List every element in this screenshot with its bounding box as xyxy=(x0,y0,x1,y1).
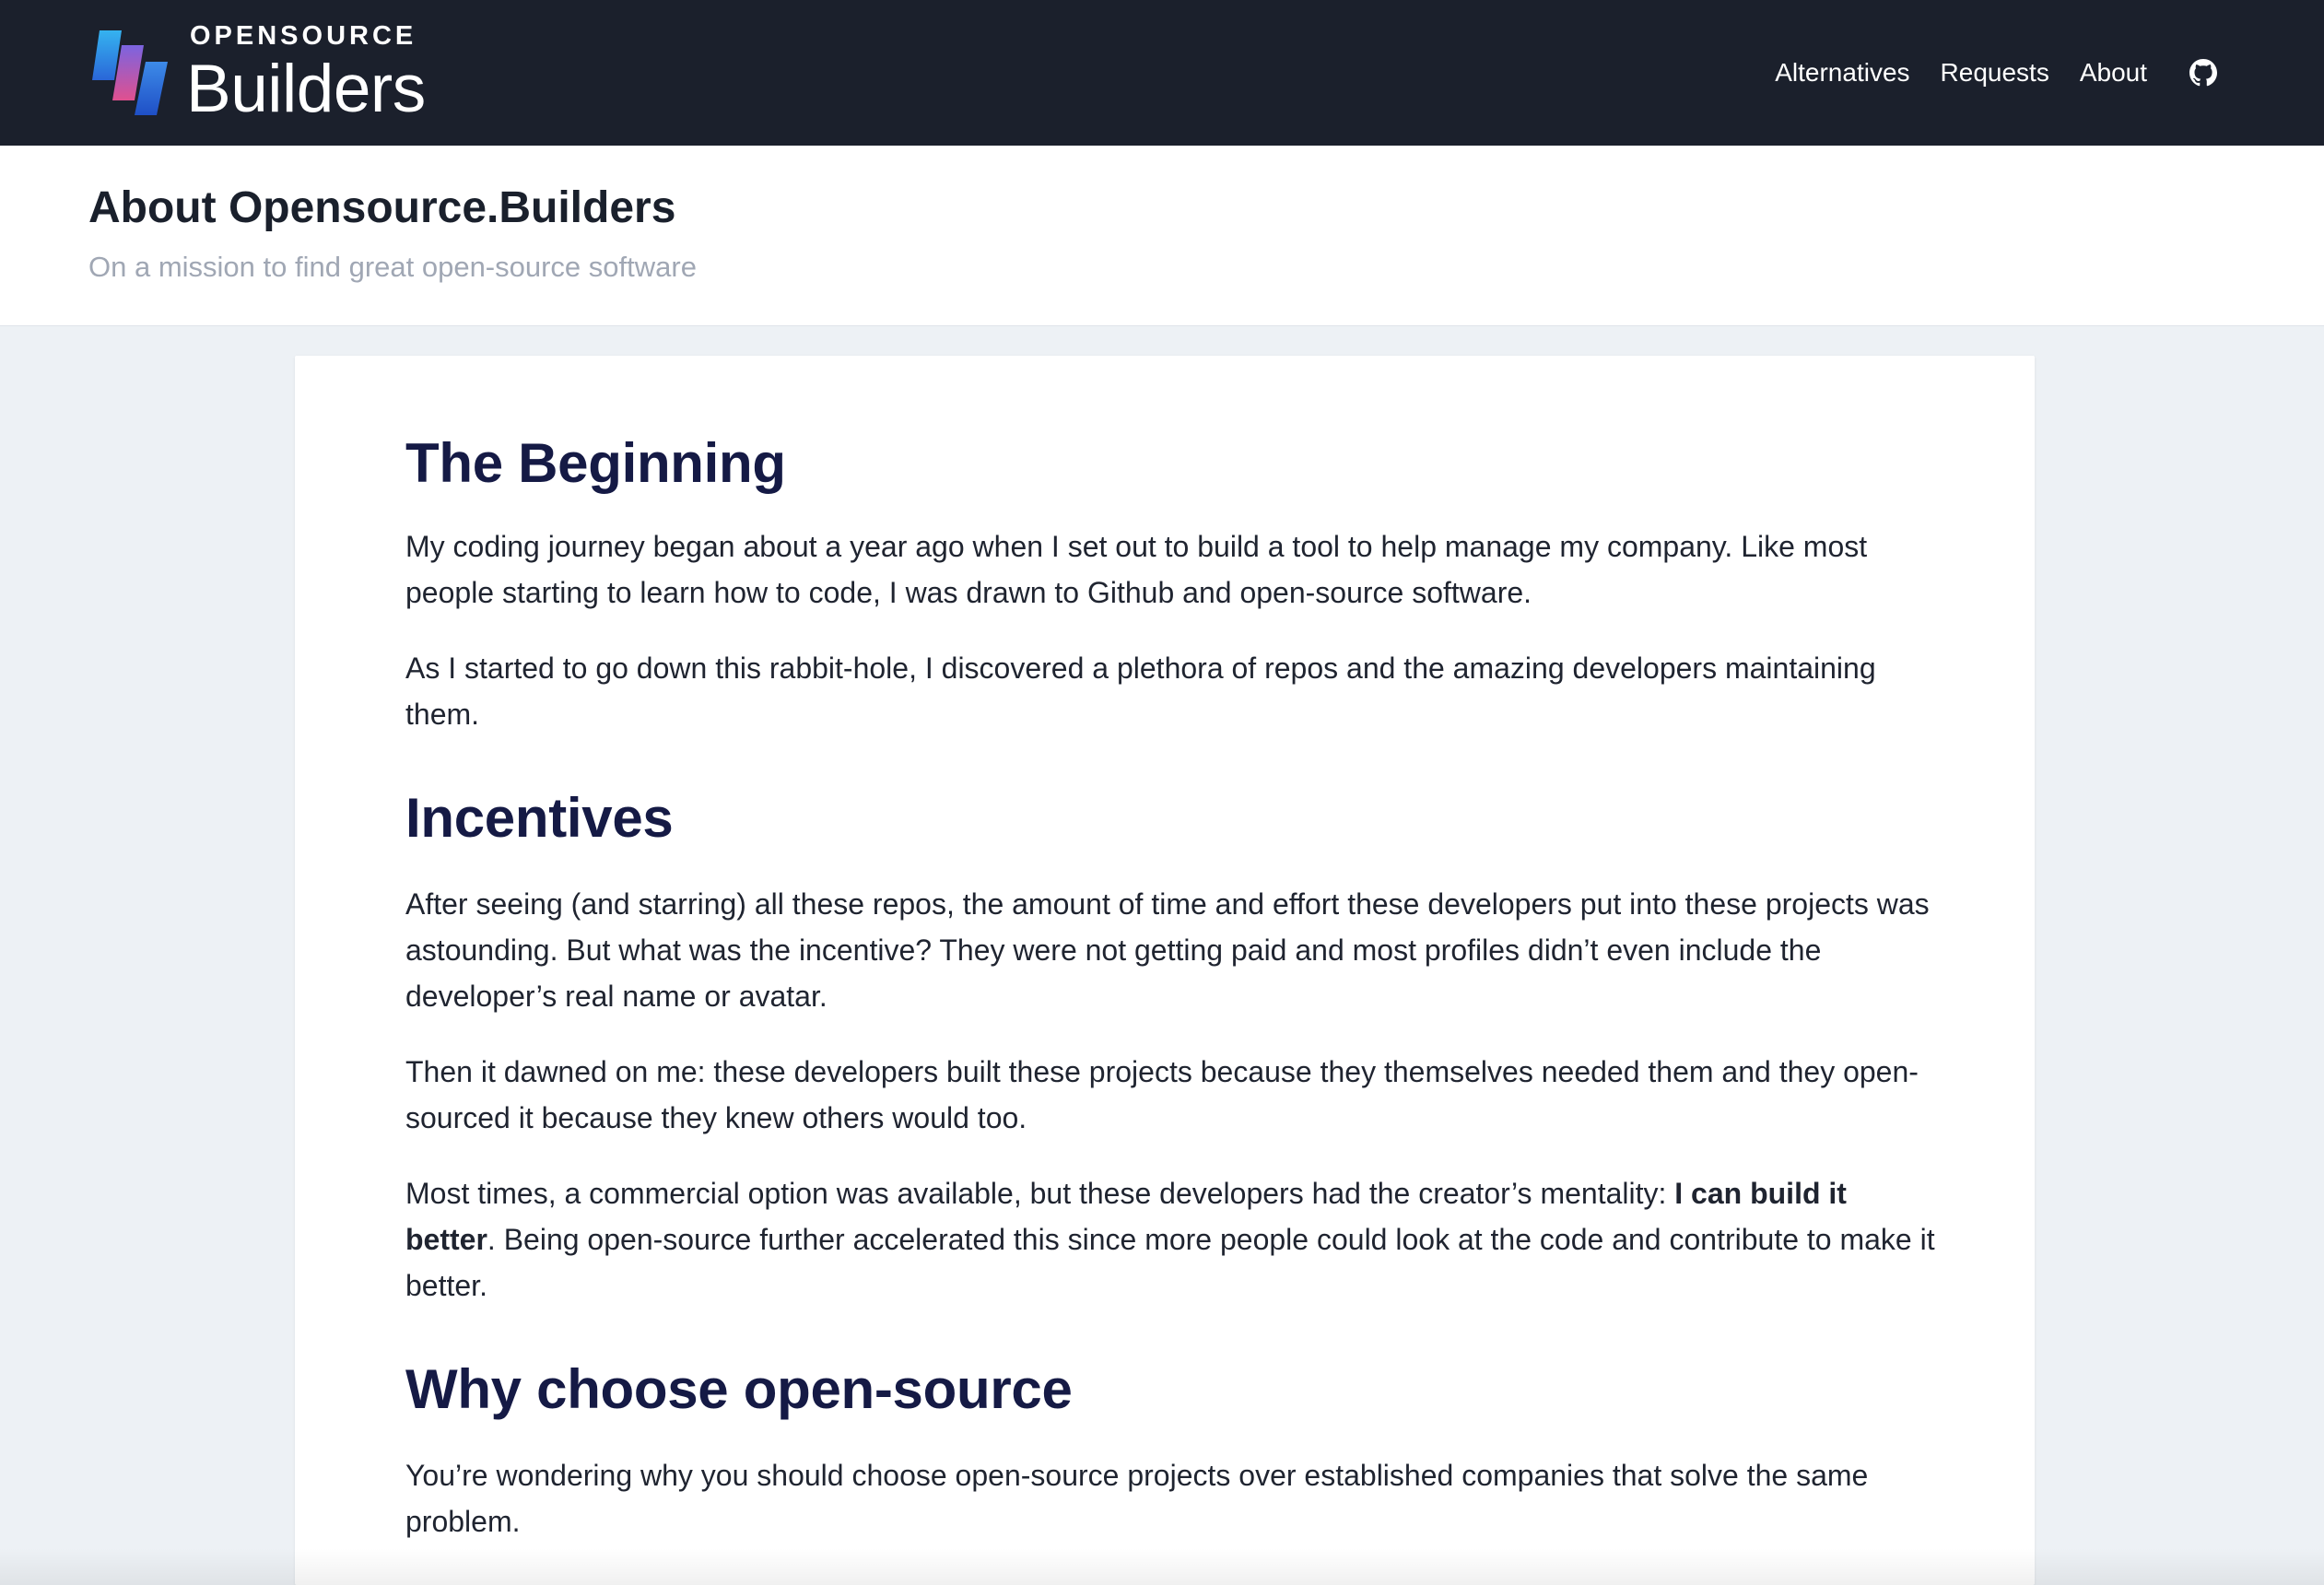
brand-small-text: OPENSOURCE xyxy=(190,21,417,51)
nav-link-alternatives[interactable]: Alternatives xyxy=(1775,58,1909,88)
paragraph-text: Most times, a commercial option was avai… xyxy=(405,1177,1675,1210)
brand-wordmark: OPENSOURCE Builders xyxy=(186,23,426,123)
paragraph: Then it dawned on me: these developers b… xyxy=(405,1055,1919,1134)
page-subtitle: On a mission to find great open-source s… xyxy=(88,251,697,283)
paragraph: You’re wondering why you should choose o… xyxy=(405,1459,1869,1538)
paragraph: As I started to go down this rabbit-hole… xyxy=(405,652,1876,731)
logo-mark-icon xyxy=(92,30,168,115)
paragraph: My coding journey began about a year ago… xyxy=(405,530,1868,609)
nav-link-about[interactable]: About xyxy=(2080,58,2147,88)
section-heading-beginning: The Beginning xyxy=(405,432,786,494)
github-icon xyxy=(2189,59,2217,87)
section-heading-incentives: Incentives xyxy=(405,787,674,849)
page-header: About Opensource.Builders On a mission t… xyxy=(0,146,2324,326)
section-heading-why-open-source: Why choose open-source xyxy=(405,1358,1073,1420)
paragraph-text: . Being open-source further accelerated … xyxy=(405,1223,1935,1302)
brand-big-text: Builders xyxy=(186,52,426,126)
github-link[interactable] xyxy=(2189,59,2217,87)
top-navigation-bar: OPENSOURCE Builders Alternatives Request… xyxy=(0,0,2324,146)
main-nav: Alternatives Requests About xyxy=(1744,0,2217,146)
nav-link-requests[interactable]: Requests xyxy=(1941,58,2049,88)
paragraph: After seeing (and starring) all these re… xyxy=(405,887,1930,1013)
about-content-card: The Beginning My coding journey began ab… xyxy=(295,356,2035,1585)
page-title: About Opensource.Builders xyxy=(88,183,676,232)
paragraph-creator-mentality: Most times, a commercial option was avai… xyxy=(405,1170,1935,1309)
brand-logo-link[interactable]: OPENSOURCE Builders xyxy=(90,22,426,123)
